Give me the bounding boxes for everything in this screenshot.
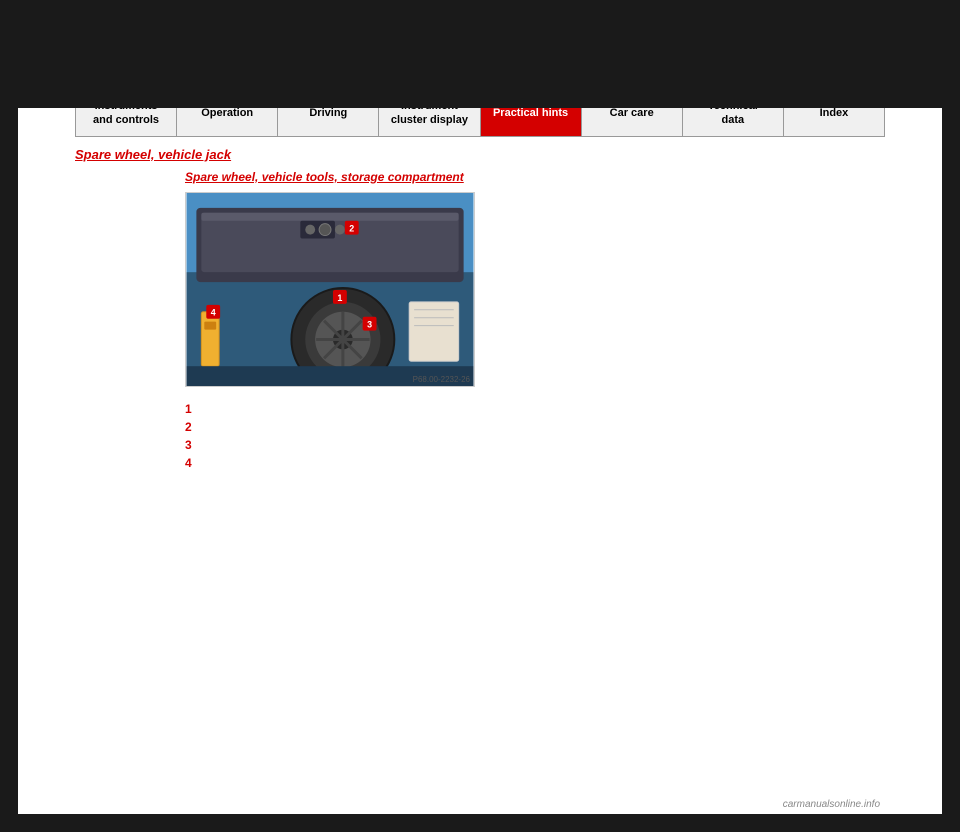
footer-watermark: carmanualsonline.info xyxy=(783,799,880,810)
nav-item-index[interactable]: Index xyxy=(784,91,884,136)
list-item: 4 xyxy=(185,456,885,470)
nav-item-operation[interactable]: Operation xyxy=(177,91,278,136)
nav-item-driving[interactable]: Driving xyxy=(278,91,379,136)
item-number-4: 4 xyxy=(185,456,201,470)
trunk-illustration: 1 2 3 4 xyxy=(186,193,474,386)
svg-text:4: 4 xyxy=(211,307,216,317)
nav-item-car-care[interactable]: Car care xyxy=(582,91,683,136)
nav-item-practical-hints[interactable]: Practical hints xyxy=(481,91,582,136)
svg-text:2: 2 xyxy=(349,223,354,233)
sub-heading: Spare wheel, vehicle tools, storage comp… xyxy=(185,170,885,184)
svg-text:1: 1 xyxy=(337,292,342,302)
page-heading: Spare wheel, vehicle jack xyxy=(75,147,885,162)
trunk-image: 1 2 3 4 xyxy=(185,192,475,387)
item-list: 1 2 3 4 xyxy=(185,402,885,470)
image-caption: P68.00-2232-26 xyxy=(413,375,470,384)
content-area: Spare wheel, vehicle jack Spare wheel, v… xyxy=(75,137,885,484)
page-container: Instruments and controls Operation Drivi… xyxy=(0,90,960,832)
list-item: 1 xyxy=(185,402,885,416)
list-item: 2 xyxy=(185,420,885,434)
navigation-bar: Instruments and controls Operation Drivi… xyxy=(75,90,885,137)
nav-item-instruments[interactable]: Instruments and controls xyxy=(76,91,177,136)
item-number-2: 2 xyxy=(185,420,201,434)
nav-item-instrument-cluster[interactable]: Instrument cluster display xyxy=(379,91,480,136)
list-item: 3 xyxy=(185,438,885,452)
svg-text:3: 3 xyxy=(367,319,372,329)
nav-item-technical-data[interactable]: Technical data xyxy=(683,91,784,136)
item-number-1: 1 xyxy=(185,402,201,416)
trunk-image-container: 1 2 3 4 P68.00-2232-26 xyxy=(185,192,475,387)
item-number-3: 3 xyxy=(185,438,201,452)
